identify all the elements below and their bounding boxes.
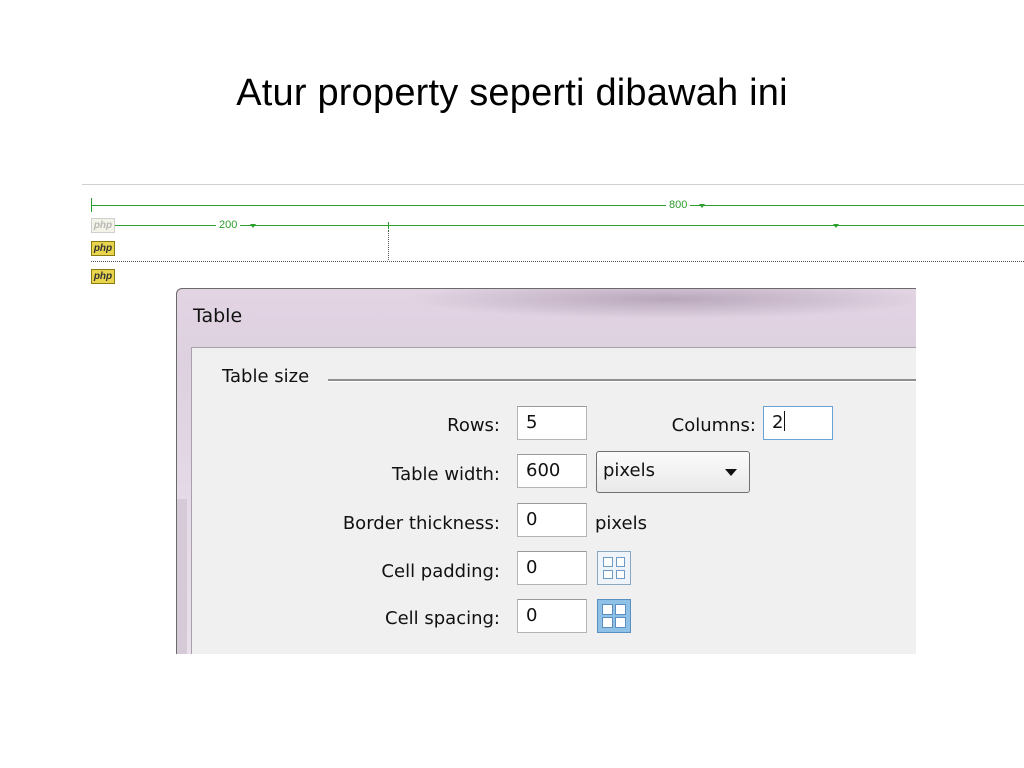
text-caret xyxy=(784,411,786,431)
cell-padding-label: Cell padding: xyxy=(381,561,500,582)
table-width-input[interactable]: 600 xyxy=(517,454,587,488)
table-cell-spacing-icon xyxy=(597,599,631,633)
columns-value: 2 xyxy=(772,412,784,433)
screenshot-region: 800 200 php php php Table Table size Row… xyxy=(82,184,1024,654)
table-dialog: Table Table size Rows: 5 Columns: 2 Tabl… xyxy=(176,288,916,654)
columns-input[interactable]: 2 xyxy=(763,406,833,440)
php-icon-label: php xyxy=(93,271,113,282)
border-thickness-label: Border thickness: xyxy=(342,513,500,534)
rows-input[interactable]: 5 xyxy=(517,406,587,440)
grid-cell xyxy=(615,604,626,615)
cell-spacing-input[interactable]: 0 xyxy=(517,599,587,633)
grid-cell xyxy=(603,557,613,567)
php-icon[interactable]: php xyxy=(91,218,115,233)
php-icon-label: php xyxy=(93,243,113,254)
chevron-down-icon[interactable] xyxy=(699,204,705,208)
inner-width-label[interactable]: 200 xyxy=(216,219,241,231)
grid-cell xyxy=(603,569,613,579)
columns-label: Columns: xyxy=(671,415,756,436)
outer-width-label[interactable]: 800 xyxy=(666,199,691,211)
dialog-title: Table xyxy=(193,305,243,327)
grid-cell xyxy=(602,604,613,615)
table-width-unit-value: pixels xyxy=(603,460,655,481)
grid-cell xyxy=(615,617,626,628)
rows-value: 5 xyxy=(526,412,538,433)
dialog-left-frame xyxy=(177,499,187,654)
grid-cell xyxy=(615,557,625,567)
design-view-top-border xyxy=(82,184,1024,185)
dialog-body: Table size Rows: 5 Columns: 2 Table widt… xyxy=(191,347,916,654)
php-icon[interactable]: php xyxy=(91,241,115,256)
chevron-down-icon[interactable] xyxy=(250,224,256,228)
cell-padding-value: 0 xyxy=(526,557,538,578)
chevron-down-icon xyxy=(725,469,737,476)
table-column-divider xyxy=(388,230,389,260)
rows-label: Rows: xyxy=(447,415,500,436)
column-divider-tick xyxy=(388,222,389,229)
border-thickness-unit: pixels xyxy=(595,513,647,534)
cell-spacing-value: 0 xyxy=(526,605,538,626)
border-thickness-input[interactable]: 0 xyxy=(517,503,587,537)
php-icon-label: php xyxy=(93,220,113,231)
table-row-divider xyxy=(91,261,1024,262)
outer-width-ruler xyxy=(91,205,1024,206)
slide: Atur property seperti dibawah ini 800 20… xyxy=(0,0,1024,768)
group-divider xyxy=(328,379,916,382)
cell-spacing-label: Cell spacing: xyxy=(385,608,500,629)
chevron-down-icon[interactable] xyxy=(833,224,839,228)
border-thickness-value: 0 xyxy=(526,509,538,530)
grid-cell xyxy=(615,569,625,579)
table-width-unit-select[interactable]: pixels xyxy=(596,451,750,493)
table-width-value: 600 xyxy=(526,460,561,481)
grid-cell xyxy=(602,617,613,628)
titlebar-glow xyxy=(407,289,916,319)
inner-width-value: 200 xyxy=(219,219,238,231)
slide-title: Atur property seperti dibawah ini xyxy=(236,72,788,114)
group-title: Table size xyxy=(222,366,318,387)
table-width-label: Table width: xyxy=(392,464,500,485)
table-cell-padding-icon xyxy=(597,551,631,585)
cell-padding-input[interactable]: 0 xyxy=(517,551,587,585)
table-size-group: Table size Rows: 5 Columns: 2 Table widt… xyxy=(192,348,916,654)
php-icon[interactable]: php xyxy=(91,269,115,284)
outer-width-value: 800 xyxy=(669,199,688,211)
